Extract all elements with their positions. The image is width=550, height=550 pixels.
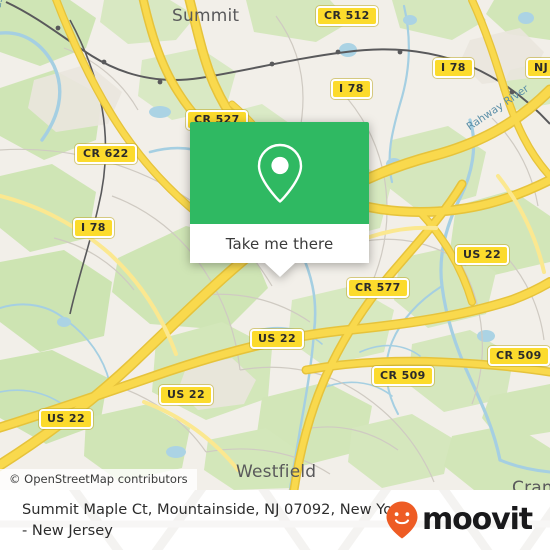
moovit-brand-logo[interactable]: moovit (385, 500, 533, 540)
moovit-map-screenshot: CR 512 I 78 I 78 NJ 1 CR 527 CR 622 I 78… (0, 0, 550, 550)
map-canvas[interactable]: CR 512 I 78 I 78 NJ 1 CR 527 CR 622 I 78… (0, 0, 550, 490)
osm-attribution[interactable]: © OpenStreetMap contributors (0, 469, 197, 490)
footer-bar: Summit Maple Ct, Mountainside, NJ 07092,… (0, 490, 550, 550)
callout-action-bar[interactable]: Take me there (190, 224, 369, 263)
location-address-label: Summit Maple Ct, Mountainside, NJ 07092,… (22, 501, 407, 539)
take-me-there-label: Take me there (225, 234, 334, 253)
callout-pointer (264, 263, 295, 277)
callout-header (190, 122, 369, 224)
moovit-pin-icon (386, 501, 418, 539)
location-pin-icon (257, 143, 302, 203)
destination-callout-card[interactable]: Take me there (190, 122, 369, 277)
moovit-wordmark: moovit (421, 502, 533, 537)
